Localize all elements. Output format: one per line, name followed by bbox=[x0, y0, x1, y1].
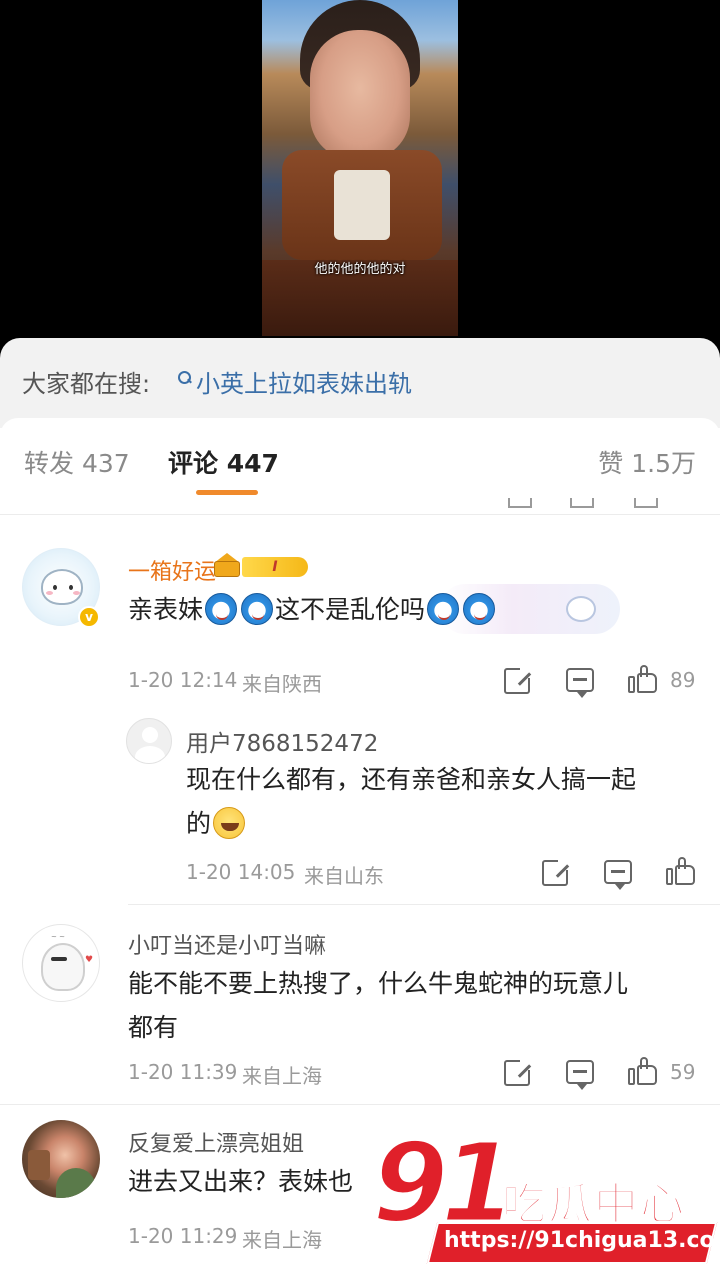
avatar-photo-detail bbox=[28, 1150, 50, 1180]
like-icon bbox=[634, 498, 658, 508]
bubble-cat-icon bbox=[560, 590, 604, 634]
comment-username[interactable]: 小叮当还是小叮当嘛 bbox=[128, 928, 326, 960]
reply-username[interactable]: 用户7868152472 bbox=[186, 724, 378, 758]
tab-bar: 转发 437 评论 447 赞 1.5万 bbox=[0, 418, 720, 500]
comment-text: 能不能不要上热搜了，什么牛鬼蛇神的玩意儿 都有 bbox=[128, 962, 628, 1050]
like-count: 89 bbox=[670, 668, 696, 692]
video-face bbox=[310, 30, 410, 160]
video-player[interactable]: 他的他的他的对 bbox=[0, 0, 720, 360]
comment-username[interactable]: 反复爱上漂亮姐姐 bbox=[128, 1126, 304, 1158]
like-thumb bbox=[640, 1057, 648, 1069]
comment-date: 1-20 11:39 bbox=[128, 1060, 238, 1084]
search-query: 小英上拉如表妹出轨 bbox=[196, 370, 412, 398]
comment-date: 1-20 11:29 bbox=[128, 1224, 238, 1248]
comment-location: 来自上海 bbox=[242, 1064, 322, 1088]
member-badge: I bbox=[212, 553, 308, 579]
robot-avatar-icon bbox=[41, 943, 85, 991]
reply-text-part: 的 bbox=[186, 809, 212, 838]
tab-like[interactable]: 赞 1.5万 bbox=[598, 444, 696, 480]
verified-badge-icon: v bbox=[78, 606, 100, 628]
share-icon bbox=[508, 498, 532, 508]
reply-location: 来自山东 bbox=[304, 864, 384, 888]
like-count: 59 bbox=[670, 1060, 696, 1084]
watermark-url: https://91chigua13.com bbox=[444, 1228, 720, 1253]
watermark-logo: 91 吃瓜中心 https://91chigua13.com bbox=[370, 1127, 720, 1268]
comment-icon[interactable] bbox=[604, 860, 632, 890]
crown-icon bbox=[212, 553, 242, 577]
share-icon[interactable] bbox=[504, 666, 532, 694]
comment-location: 来自陕西 bbox=[242, 672, 322, 696]
level-tag: I bbox=[242, 557, 308, 577]
divider bbox=[0, 1104, 720, 1105]
doraemon-emoji-icon bbox=[463, 593, 496, 625]
avatar[interactable] bbox=[22, 1120, 100, 1198]
comment-text-part: 这不是乱伦吗 bbox=[275, 595, 426, 624]
cat-eye bbox=[69, 585, 73, 590]
comment-icon[interactable] bbox=[566, 1060, 594, 1090]
comment-location: 来自上海 bbox=[242, 1228, 322, 1252]
comment-text-line: 能不能不要上热搜了，什么牛鬼蛇神的玩意儿 bbox=[128, 969, 629, 998]
comment-date: 1-20 12:14 bbox=[128, 668, 238, 692]
robot-eyes bbox=[51, 957, 67, 961]
doraemon-emoji-icon bbox=[427, 593, 460, 625]
laughing-emoji-icon bbox=[213, 807, 246, 839]
avatar[interactable]: ~ ~ ♥ bbox=[22, 924, 100, 1002]
like-cuff bbox=[628, 1068, 635, 1085]
video-shirt bbox=[334, 170, 390, 240]
share-icon[interactable] bbox=[504, 1058, 532, 1086]
heart-icon: ♥ bbox=[85, 955, 94, 965]
like-icon[interactable] bbox=[628, 665, 658, 693]
search-prefix: 大家都在搜: bbox=[22, 370, 151, 398]
reply-avatar[interactable] bbox=[126, 718, 172, 764]
like-icon[interactable] bbox=[628, 1057, 658, 1085]
like-icon[interactable] bbox=[666, 857, 696, 885]
search-suggestion-link[interactable]: 小英上拉如表妹出轨 bbox=[178, 364, 412, 399]
tab-comment[interactable]: 评论 447 bbox=[168, 444, 279, 480]
comment-text: 亲表妹 这不是乱伦吗 bbox=[128, 588, 497, 632]
like-cuff bbox=[628, 676, 635, 693]
comment-text: 进去又出来？表妹也 bbox=[128, 1167, 354, 1196]
search-suggestion-panel: 大家都在搜: 小英上拉如表妹出轨 bbox=[0, 338, 720, 428]
divider bbox=[128, 904, 720, 905]
share-icon[interactable] bbox=[542, 858, 570, 886]
like-thumb bbox=[640, 665, 648, 677]
video-frame[interactable]: 他的他的他的对 bbox=[262, 0, 458, 336]
comment-username[interactable]: 一箱好运 bbox=[128, 554, 216, 586]
doraemon-emoji-icon bbox=[205, 593, 238, 625]
like-cuff bbox=[666, 868, 673, 885]
doraemon-emoji-icon bbox=[241, 593, 274, 625]
avatar-photo-detail bbox=[56, 1168, 96, 1198]
cat-blush bbox=[73, 591, 80, 595]
reply-text-line: 的 bbox=[186, 802, 636, 846]
avatar-decoration: ~ ~ bbox=[51, 933, 65, 941]
like-thumb bbox=[678, 857, 686, 869]
cat-avatar-icon bbox=[41, 569, 83, 605]
video-subtitle: 他的他的他的对 bbox=[314, 262, 406, 277]
reply-date: 1-20 14:05 bbox=[186, 860, 296, 884]
comment-icon[interactable] bbox=[566, 668, 594, 698]
reply-text: 现在什么都有，还有亲爸和亲女人搞一起 的 bbox=[186, 758, 636, 846]
cat-blush bbox=[46, 591, 53, 595]
crown-base bbox=[214, 561, 240, 577]
previous-comment-cutoff bbox=[0, 498, 720, 512]
cat-eye bbox=[53, 585, 57, 590]
reply-text-line: 现在什么都有，还有亲爸和亲女人搞一起 bbox=[186, 765, 637, 794]
search-icon bbox=[178, 370, 192, 385]
tab-active-indicator bbox=[196, 490, 258, 495]
tab-repost[interactable]: 转发 437 bbox=[24, 444, 130, 480]
comment-text-line: 都有 bbox=[128, 1013, 179, 1042]
comment-icon bbox=[570, 498, 594, 508]
comment-text-part: 亲表妹 bbox=[128, 595, 204, 624]
divider bbox=[0, 514, 720, 515]
bubble-cat-face bbox=[566, 596, 596, 622]
